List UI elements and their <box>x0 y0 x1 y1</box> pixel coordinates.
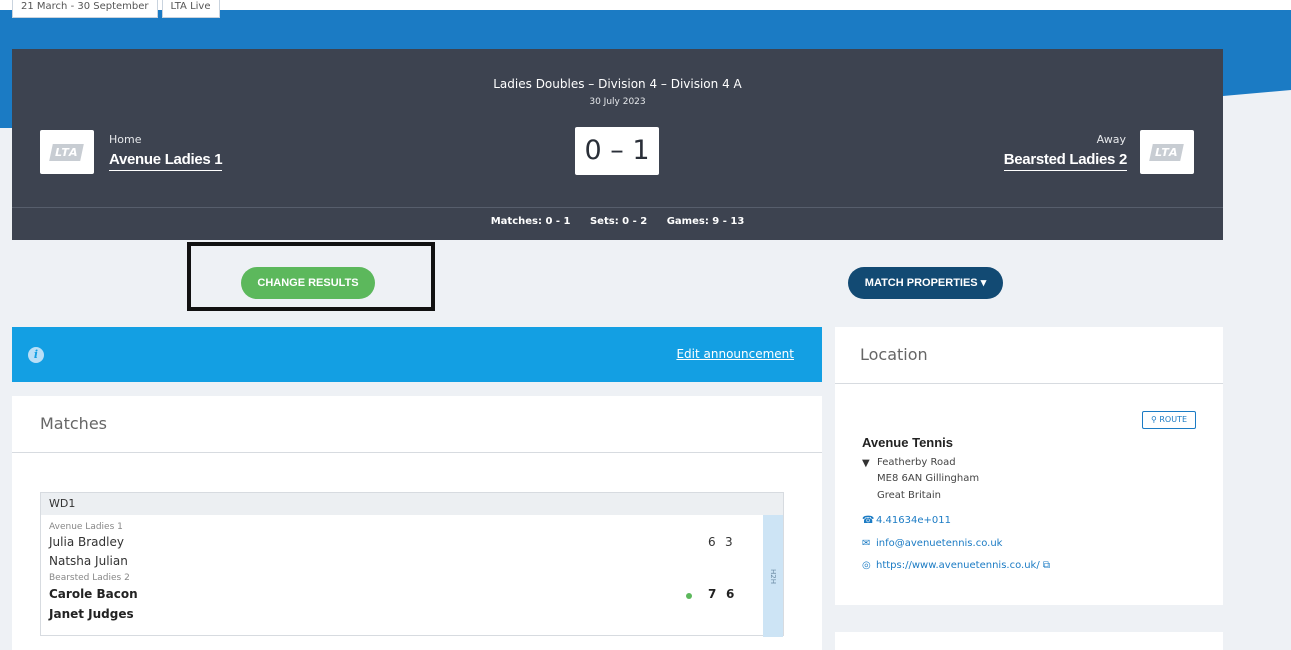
home-set-score: 6 <box>708 535 716 549</box>
venue-name: Avenue Tennis <box>862 435 954 450</box>
games-summary: Games: 9 - 13 <box>666 216 745 227</box>
location-card: Location ⚲ ROUTE Avenue Tennis ▼ Feather… <box>835 327 1223 605</box>
website-row[interactable]: ◎ https://www.avenuetennis.co.uk/ ⧉ <box>862 560 1050 571</box>
away-player[interactable]: Janet Judges <box>49 607 134 621</box>
source-pill[interactable]: LTA Live <box>161 0 220 18</box>
card-divider <box>835 383 1223 384</box>
card-divider <box>12 452 822 453</box>
competition-title: Ladies Doubles – Division 4 – Division 4… <box>493 77 742 91</box>
date-filter-pills: 21 March - 30 September LTA Live <box>12 0 220 18</box>
home-team-logo: LTA <box>40 130 94 174</box>
match-header: Ladies Doubles – Division 4 – Division 4… <box>12 49 1223 240</box>
sets-summary: Sets: 0 - 2 <box>589 216 648 227</box>
lta-logo-icon: LTA <box>49 143 85 161</box>
home-set-score: 3 <box>725 535 733 549</box>
h2h-button[interactable]: H2H <box>763 515 783 637</box>
highlight-frame <box>187 242 435 311</box>
home-player[interactable]: Natsha Julian <box>49 554 128 568</box>
address-line: Great Britain <box>877 490 941 501</box>
secondary-card <box>835 632 1223 650</box>
header-divider <box>12 207 1223 208</box>
lta-logo-icon: LTA <box>1149 143 1185 161</box>
home-team-name: Avenue Ladies 1 <box>49 522 123 532</box>
away-label: Away <box>1096 133 1126 146</box>
globe-icon: ◎ <box>862 560 871 571</box>
match-code: WD1 <box>41 493 783 515</box>
match-summary: Matches: 0 - 1 Sets: 0 - 2 Games: 9 - 13 <box>12 216 1223 227</box>
home-team-link[interactable]: Avenue Ladies 1 <box>109 150 223 171</box>
away-team-logo: LTA <box>1140 130 1194 174</box>
match-score: 0 – 1 <box>575 127 659 175</box>
phone-number[interactable]: 4.41634e+011 <box>876 515 951 526</box>
matches-title: Matches <box>40 414 107 433</box>
address-line: Featherby Road <box>877 457 956 468</box>
home-player[interactable]: Julia Bradley <box>49 535 124 549</box>
info-icon: i <box>28 347 44 363</box>
phone-row[interactable]: ☎ 4.41634e+011 <box>862 515 951 526</box>
matches-summary: Matches: 0 - 1 <box>490 216 571 227</box>
away-team-link[interactable]: Bearsted Ladies 2 <box>1003 150 1127 171</box>
match-properties-button[interactable]: MATCH PROPERTIES ▾ <box>848 267 1003 299</box>
away-player[interactable]: Carole Bacon <box>49 587 138 601</box>
route-button[interactable]: ⚲ ROUTE <box>1142 411 1196 429</box>
match-wd1[interactable]: WD1 Avenue Ladies 1 Julia Bradley Natsha… <box>40 492 784 637</box>
phone-icon: ☎ <box>862 515 875 526</box>
map-pin-icon: ▼ <box>862 458 870 469</box>
address-line: ME8 6AN Gillingham <box>877 473 980 484</box>
away-set-score: 7 <box>708 587 717 601</box>
away-team-name: Bearsted Ladies 2 <box>49 573 130 583</box>
website-link[interactable]: https://www.avenuetennis.co.uk/ ⧉ <box>876 560 1050 571</box>
home-label: Home <box>109 133 142 146</box>
winner-dot-icon <box>686 593 692 599</box>
match-date: 30 July 2023 <box>589 97 646 107</box>
email-link[interactable]: info@avenuetennis.co.uk <box>876 538 1002 549</box>
season-pill[interactable]: 21 March - 30 September <box>12 0 158 18</box>
mail-icon: ✉ <box>862 538 871 549</box>
announcement-bar: i Edit announcement <box>12 327 822 382</box>
email-row[interactable]: ✉ info@avenuetennis.co.uk <box>862 538 1002 549</box>
banner-edge <box>1223 90 1291 150</box>
location-title: Location <box>860 345 928 364</box>
away-set-score: 6 <box>726 587 735 601</box>
edit-announcement-link[interactable]: Edit announcement <box>676 347 794 361</box>
matches-card: Matches WD1 Avenue Ladies 1 Julia Bradle… <box>12 396 822 650</box>
